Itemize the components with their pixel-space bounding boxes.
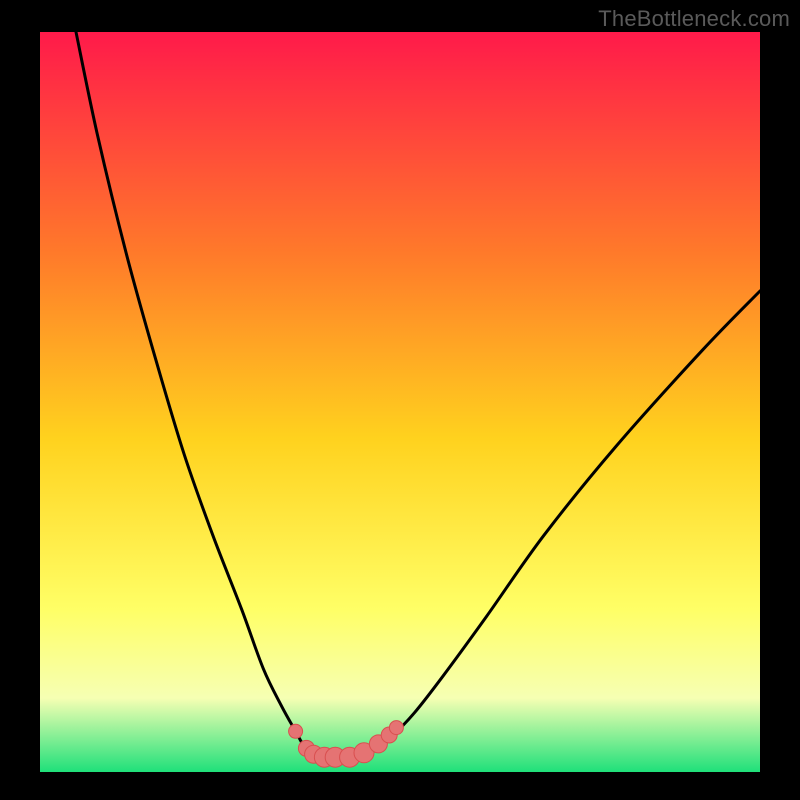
attribution-text: TheBottleneck.com bbox=[598, 6, 790, 32]
chart-stage: TheBottleneck.com bbox=[0, 0, 800, 800]
bottleneck-chart bbox=[0, 0, 800, 800]
valley-marker bbox=[389, 721, 403, 735]
valley-marker bbox=[289, 724, 303, 738]
plot-background bbox=[40, 32, 760, 772]
